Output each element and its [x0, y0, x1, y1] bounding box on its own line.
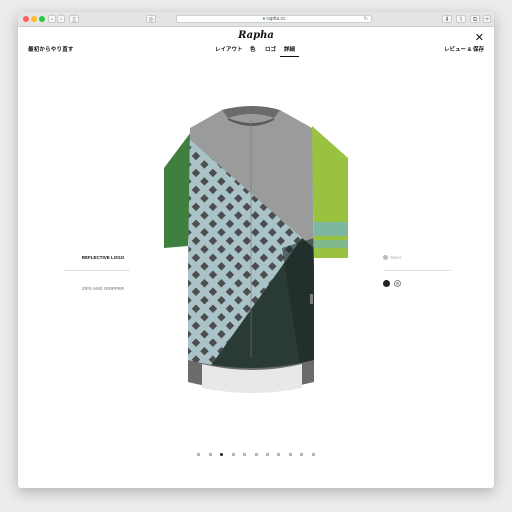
lock-icon: ●	[262, 16, 266, 22]
carousel-dot[interactable]	[277, 453, 281, 457]
address-bar[interactable]: ●rapha.cc ↻	[176, 15, 372, 23]
browser-window: ‹ › ▯ ◎ ●rapha.cc ↻ ⬇ ⇧ ⧉ + Rapha ✕ 最初から…	[18, 12, 494, 488]
carousel-dot[interactable]	[208, 453, 212, 457]
rapha-logo[interactable]: Rapha	[18, 30, 494, 41]
selected-color-indicator	[383, 255, 388, 260]
zoom-window-button[interactable]	[39, 16, 45, 22]
url-text: rapha.cc	[266, 16, 286, 22]
carousel-dot[interactable]	[311, 453, 315, 457]
close-icon[interactable]: ✕	[475, 32, 484, 43]
carousel-dot[interactable]	[265, 453, 269, 457]
swatch-silver[interactable]	[394, 280, 401, 287]
browser-titlebar: ‹ › ▯ ◎ ●rapha.cc ↻ ⬇ ⇧ ⧉ +	[18, 12, 494, 27]
carousel-dot[interactable]	[254, 453, 258, 457]
tabs-icon[interactable]: ⧉	[470, 15, 480, 23]
sidebar-icon[interactable]: ▯	[69, 15, 79, 23]
option-reflective-logo[interactable]: REFLECTIVE LOGO	[78, 255, 128, 260]
carousel-dot[interactable]	[300, 453, 304, 457]
sleeve-stripe	[314, 222, 348, 236]
minimize-window-button[interactable]	[31, 16, 37, 22]
extension-icon[interactable]: ◎	[146, 15, 156, 23]
carousel-pagination	[18, 446, 494, 457]
selected-color-label: Silver	[390, 255, 402, 260]
carousel-dot[interactable]	[243, 453, 247, 457]
back-icon[interactable]: ‹	[48, 15, 56, 23]
jersey-preview	[164, 106, 348, 393]
option-zips-gripper[interactable]: ZIPS AND GRIPPER	[78, 286, 128, 291]
tab-layout[interactable]: レイアウト	[215, 45, 243, 53]
right-sleeve	[312, 126, 348, 258]
review-save-link[interactable]: レビュー & 保存	[444, 45, 484, 53]
new-tab-icon[interactable]: +	[483, 15, 491, 23]
color-divider	[383, 270, 451, 271]
carousel-dot[interactable]	[197, 453, 201, 457]
tab-logo[interactable]: ロゴ	[265, 45, 276, 53]
carousel-dot[interactable]	[288, 453, 292, 457]
forward-icon[interactable]: ›	[57, 15, 65, 23]
carousel-dot[interactable]	[231, 453, 235, 457]
reload-icon[interactable]: ↻	[364, 16, 368, 23]
swatch-black[interactable]	[383, 280, 390, 287]
tab-details[interactable]: 詳細	[284, 45, 295, 53]
download-icon[interactable]: ⬇	[442, 15, 452, 23]
close-window-button[interactable]	[23, 16, 29, 22]
option-divider	[64, 270, 130, 271]
reflective-tab	[310, 294, 313, 304]
active-tab-indicator	[280, 56, 299, 57]
start-over-link[interactable]: 最初からやり直す	[28, 45, 74, 53]
tab-color[interactable]: 色	[250, 45, 256, 53]
share-icon[interactable]: ⇧	[456, 15, 466, 23]
carousel-dot-active[interactable]	[220, 453, 224, 457]
sleeve-stripe-2	[314, 240, 348, 248]
